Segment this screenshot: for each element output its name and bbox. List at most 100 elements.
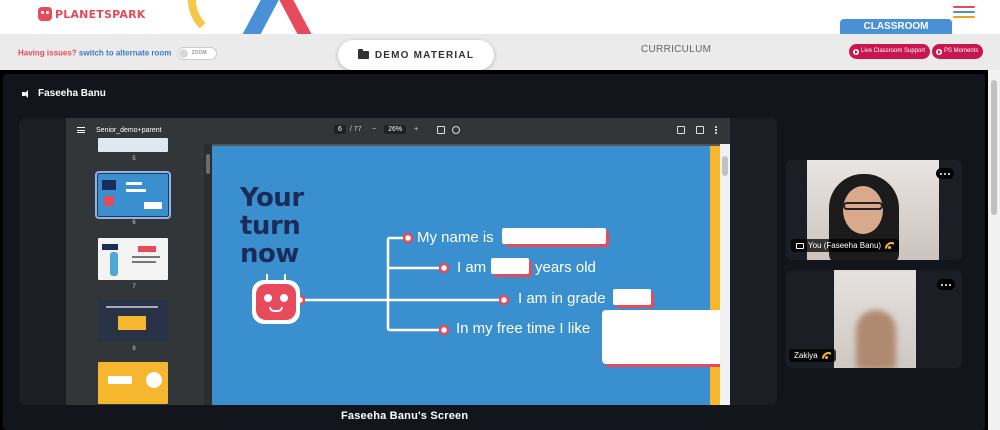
zoom-toggle[interactable]: ZOOM	[176, 47, 217, 60]
planetspark-logo[interactable]: PLANETSPARK	[38, 5, 146, 23]
thumbnail-scrollbar[interactable]	[204, 144, 212, 405]
prompt-grade: I am in grade	[518, 290, 606, 307]
classroom-tab[interactable]: CLASSROOM	[840, 19, 952, 36]
hamburger-menu-icon[interactable]	[953, 6, 975, 18]
participant-name: Zakiya	[794, 351, 818, 360]
page-thumbnail-selected[interactable]	[95, 171, 171, 219]
answer-box-name	[502, 228, 606, 244]
presenter-name: Faseeha Banu	[38, 88, 106, 99]
page-scrollbar[interactable]	[988, 70, 1000, 430]
answer-box-free-time	[602, 310, 720, 364]
thumb-line	[126, 189, 146, 192]
switch-room-link[interactable]: switch to alternate room	[79, 49, 171, 58]
screen-share-label: Faseeha Banu's Screen	[341, 410, 469, 422]
document-scrollbar[interactable]	[720, 144, 730, 405]
thumb-line	[106, 306, 158, 308]
rotate-icon[interactable]	[452, 126, 460, 134]
thumb-line	[144, 202, 162, 209]
logo-text: PLANETSPARK	[55, 7, 146, 21]
pdf-file-title: Senior_demo+parent	[96, 127, 162, 134]
answer-box-age	[491, 258, 529, 274]
self-tile-more-icon[interactable]	[936, 168, 954, 179]
thumb-line	[126, 182, 142, 185]
more-options-icon[interactable]	[715, 126, 717, 134]
sub-header: Having issues? switch to alternate room …	[0, 34, 1000, 70]
video-face	[843, 186, 883, 234]
prompt-age-suffix: years old	[535, 259, 596, 276]
page-indicator: 6 / 77	[334, 125, 362, 134]
thumbnail-label: 8	[132, 346, 136, 352]
thumbnail-sidebar: 5 6 7 8	[66, 138, 212, 405]
pdf-viewer: Senior_demo+parent 6 / 77 − 26% + 5 6 7 …	[66, 118, 730, 405]
prompt-free-time: In my free time I like	[456, 320, 591, 337]
page-total: / 77	[349, 126, 362, 133]
slide-your-turn-now: Your turn now My name is I am years old …	[212, 146, 720, 405]
live-classroom-support-button[interactable]: Live Classroom Support	[849, 44, 931, 59]
document-scrollbar-thumb[interactable]	[722, 156, 728, 176]
live-support-label: Live Classroom Support	[861, 48, 926, 54]
print-icon[interactable]	[696, 126, 704, 134]
play-circle-icon	[936, 48, 942, 55]
zoom-out-button[interactable]: −	[372, 126, 376, 133]
thumbnail-scrollbar-thumb[interactable]	[206, 154, 210, 174]
file-tools	[677, 126, 717, 134]
thumb-figure	[146, 372, 162, 388]
participant-video-zakiya	[834, 270, 916, 368]
thumb-figure	[118, 316, 146, 330]
thumb-heading	[102, 180, 116, 190]
app-root: PLANETSPARK CLASSROOM Having issues? swi…	[0, 0, 1000, 430]
participant-tile-zakiya[interactable]: Zakiya	[786, 270, 962, 368]
ps-moments-label: PS Moments	[944, 48, 979, 54]
robot-antenna	[284, 274, 286, 281]
thumbnail-label: 5	[132, 156, 136, 162]
download-icon[interactable]	[677, 126, 685, 134]
video-face	[856, 310, 896, 368]
zoom-level-input[interactable]: 26%	[384, 125, 407, 134]
presenter-label: Faseeha Banu	[22, 88, 106, 99]
robot-antenna	[266, 274, 268, 281]
prompt-age: I am	[457, 259, 487, 276]
thumb-robot	[104, 196, 114, 206]
participant-name-badge: You (Faseeha Banu)	[791, 239, 900, 252]
menu-icon[interactable]	[77, 127, 85, 133]
issues-question: Having issues?	[18, 48, 77, 58]
network-signal-icon	[885, 242, 894, 249]
folder-icon	[357, 49, 369, 59]
page-thumbnail[interactable]	[98, 362, 168, 404]
page-thumbnail[interactable]	[98, 138, 168, 152]
robot-mouth	[269, 307, 283, 312]
thumb-line	[132, 261, 156, 263]
thumbnail-label: 7	[132, 284, 136, 290]
participant-name-badge: Zakiya	[789, 349, 836, 362]
thumb-heading	[102, 244, 118, 250]
zoom-in-button[interactable]: +	[414, 126, 418, 133]
participant-name: You (Faseeha Banu)	[808, 241, 882, 250]
prompt-name: My name is	[417, 229, 494, 246]
thumbnail-label: 6	[132, 220, 136, 226]
zoom-controls: − 26% +	[372, 125, 418, 134]
speaker-icon[interactable]	[22, 89, 32, 99]
demo-material-button[interactable]: DEMO MATERIAL	[338, 40, 494, 70]
page-thumbnail[interactable]	[98, 300, 168, 342]
zakiya-tile-more-icon[interactable]	[937, 279, 955, 290]
ps-moments-button[interactable]: PS Moments	[932, 44, 984, 59]
network-signal-icon	[822, 352, 831, 359]
thumb-line	[108, 376, 132, 384]
video-glasses	[843, 202, 883, 210]
robot-face	[256, 284, 296, 320]
screen-share-icon	[796, 242, 804, 249]
issues-notice: Having issues? switch to alternate room …	[18, 47, 217, 60]
play-circle-icon	[853, 48, 859, 55]
thumb-line	[132, 256, 160, 258]
answer-box-grade	[613, 289, 651, 305]
page-number-input[interactable]: 6	[334, 125, 346, 134]
page-thumbnail[interactable]	[98, 238, 168, 280]
curriculum-tab[interactable]: CURRICULUM	[641, 44, 711, 55]
robot-eye	[264, 294, 272, 302]
fit-page-icon[interactable]	[437, 126, 445, 134]
robot-eye	[280, 294, 288, 302]
page-scrollbar-thumb[interactable]	[991, 80, 997, 215]
participant-tile-self[interactable]: You (Faseeha Banu)	[786, 160, 962, 260]
thumb-figure	[110, 252, 118, 276]
robot-icon	[252, 274, 300, 324]
